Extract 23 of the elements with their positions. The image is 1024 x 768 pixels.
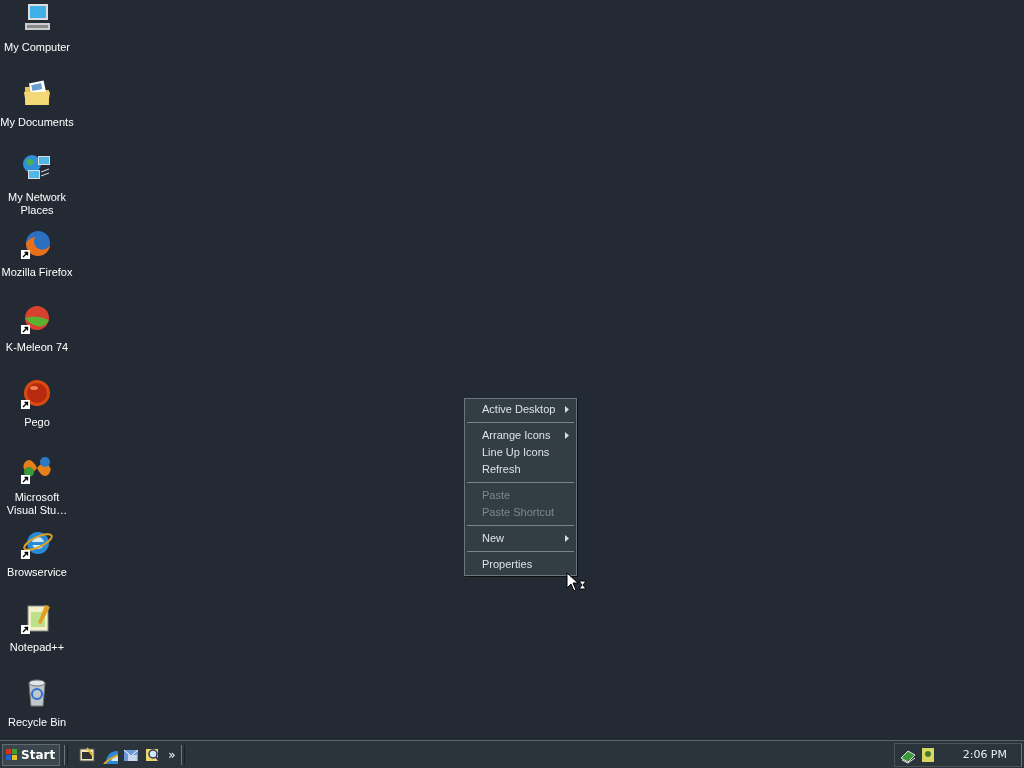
menu-item[interactable]: Refresh [465, 461, 576, 478]
desktop-icon[interactable] [78, 745, 97, 764]
icon-label[interactable]: My Network Places [0, 191, 74, 217]
windows-flag-icon [5, 747, 19, 762]
ball-icon [21, 377, 53, 409]
menu-item[interactable]: Line Up Icons [465, 444, 576, 461]
clock: 2:06 PM [962, 748, 1007, 761]
busy-cursor-icon [566, 572, 587, 592]
icon-label[interactable]: My Documents [0, 116, 74, 129]
icon-label[interactable]: K-Meleon 74 [0, 341, 74, 354]
menu-item[interactable]: New [465, 530, 576, 547]
icon-label[interactable]: Microsoft Visual Stu… [0, 491, 74, 517]
icon-label[interactable]: Pego [0, 416, 74, 429]
menu-item[interactable]: Properties [465, 556, 576, 573]
icon-label[interactable]: Notepad++ [0, 641, 74, 654]
icon-label[interactable]: Recycle Bin [0, 716, 74, 729]
icon-label[interactable]: Browservice [0, 566, 74, 579]
menu-item[interactable]: Active Desktop [465, 401, 576, 418]
icon-label[interactable]: My Computer [0, 41, 74, 54]
start-button[interactable]: Start [2, 743, 61, 766]
menu-item[interactable]: Arrange Icons [465, 427, 576, 444]
overflow-chevron[interactable]: » [166, 747, 178, 762]
icon-label[interactable]: Mozilla Firefox [0, 266, 74, 279]
